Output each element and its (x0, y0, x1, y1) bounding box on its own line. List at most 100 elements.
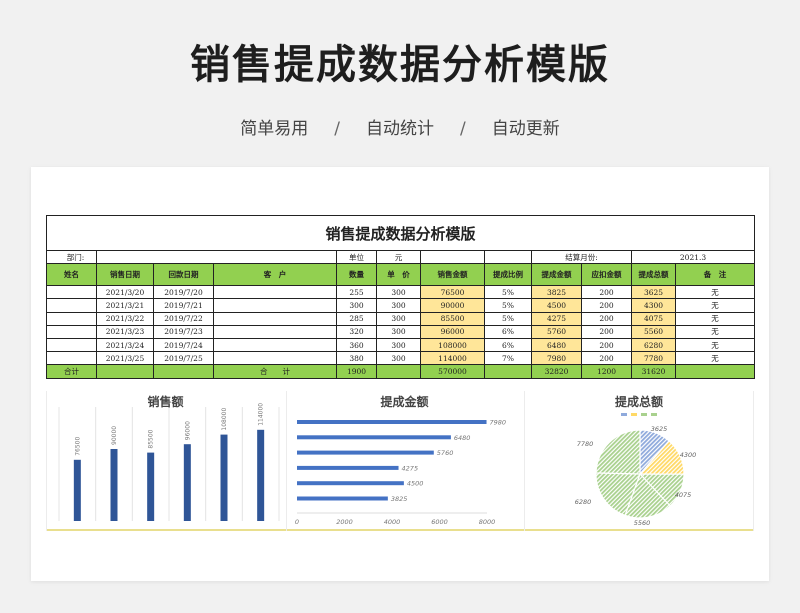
cell-deduct[interactable]: 200 (581, 324, 632, 339)
cell-sale-date[interactable]: 2021/3/20 (96, 285, 154, 300)
total-amount[interactable]: 570000 (420, 364, 485, 379)
cell-rate[interactable]: 5% (484, 285, 532, 300)
cell-note[interactable]: 无 (674, 337, 756, 353)
cell-total[interactable]: 4300 (631, 298, 676, 313)
month-value[interactable]: 2021.3 (630, 249, 756, 265)
cell-deduct[interactable]: 200 (581, 298, 632, 313)
total-cell[interactable] (376, 364, 421, 379)
total-cell[interactable] (484, 364, 532, 379)
cell-amount[interactable]: 90000 (420, 298, 485, 313)
cell-rate[interactable]: 6% (484, 337, 532, 353)
cell-note[interactable]: 无 (674, 324, 756, 339)
cell-customer[interactable] (213, 337, 337, 353)
cell-sale-date[interactable]: 2021/3/25 (96, 351, 154, 366)
cell-rate[interactable]: 5% (484, 298, 532, 313)
cell-total[interactable]: 5560 (631, 324, 676, 339)
cell-rate[interactable]: 7% (484, 351, 532, 366)
cell-rate[interactable]: 6% (484, 324, 532, 339)
cell-customer[interactable] (213, 298, 337, 313)
dept-label: 部门: (46, 249, 97, 265)
cell-pay-date[interactable]: 2019/7/22 (153, 311, 214, 326)
cell-note[interactable]: 无 (674, 311, 756, 326)
column-header: 数量 (336, 263, 377, 287)
cell-price[interactable]: 300 (376, 324, 421, 339)
cell-total[interactable]: 4075 (631, 311, 676, 326)
cell-price[interactable]: 300 (376, 285, 421, 300)
cell-name[interactable] (46, 324, 97, 339)
total-cell[interactable] (96, 364, 154, 379)
total-cell[interactable] (674, 364, 756, 379)
cell-name[interactable] (46, 337, 97, 353)
total-cell[interactable] (153, 364, 214, 379)
dept-value-cell[interactable] (96, 249, 337, 265)
cell-sale-date[interactable]: 2021/3/22 (96, 311, 154, 326)
cell-amount[interactable]: 114000 (420, 351, 485, 366)
cell-commission[interactable]: 5760 (531, 324, 582, 339)
cell-name[interactable] (46, 285, 97, 300)
cell-name[interactable] (46, 351, 97, 366)
cell-rate[interactable]: 5% (484, 311, 532, 326)
empty-cell[interactable] (484, 249, 532, 265)
cell-sale-date[interactable]: 2021/3/24 (96, 337, 154, 353)
cell-note[interactable]: 无 (674, 285, 756, 300)
total-sum[interactable]: 31620 (631, 364, 676, 379)
cell-qty[interactable]: 300 (336, 298, 377, 313)
cell-price[interactable]: 300 (376, 298, 421, 313)
cell-total[interactable]: 3625 (631, 285, 676, 300)
cell-amount[interactable]: 85500 (420, 311, 485, 326)
commission-hbar-chart[interactable]: 提成金额 7980 6480 5760 4275 4500 3825 0 2000 4000 60… (286, 391, 522, 531)
cell-qty[interactable]: 255 (336, 285, 377, 300)
cell-pay-date[interactable]: 2019/7/21 (153, 298, 214, 313)
cell-customer[interactable] (213, 351, 337, 366)
cell-amount[interactable]: 108000 (420, 337, 485, 353)
cell-price[interactable]: 300 (376, 351, 421, 366)
cell-commission[interactable]: 4500 (531, 298, 582, 313)
cell-pay-date[interactable]: 2019/7/24 (153, 337, 214, 353)
legend-swatch (631, 413, 637, 416)
cell-customer[interactable] (213, 311, 337, 326)
cell-name[interactable] (46, 298, 97, 313)
cell-deduct[interactable]: 200 (581, 337, 632, 353)
cell-customer[interactable] (213, 285, 337, 300)
empty-cell[interactable] (420, 249, 485, 265)
cell-commission[interactable]: 4275 (531, 311, 582, 326)
cell-deduct[interactable]: 200 (581, 351, 632, 366)
cell-qty[interactable]: 360 (336, 337, 377, 353)
tick-label: 8000 (479, 518, 496, 526)
cell-commission[interactable]: 3825 (531, 285, 582, 300)
cell-qty[interactable]: 285 (336, 311, 377, 326)
cell-pay-date[interactable]: 2019/7/23 (153, 324, 214, 339)
cell-deduct[interactable]: 200 (581, 285, 632, 300)
cell-qty[interactable]: 320 (336, 324, 377, 339)
cell-note[interactable]: 无 (674, 298, 756, 313)
cell-sale-date[interactable]: 2021/3/23 (96, 324, 154, 339)
cell-qty[interactable]: 380 (336, 351, 377, 366)
table-row: 2021/3/25 2019/7/25 380 300 114000 7% 7980 200 7… (46, 351, 756, 366)
cell-price[interactable]: 300 (376, 311, 421, 326)
total-pie-chart[interactable]: 提成总额 3625 4300 4075 5560 6280 7780 (524, 391, 754, 531)
cell-note[interactable]: 无 (674, 351, 756, 366)
cell-commission[interactable]: 6480 (531, 337, 582, 353)
total-qty[interactable]: 1900 (336, 364, 377, 379)
tag-separator: / (334, 119, 340, 139)
total-commission[interactable]: 32820 (531, 364, 582, 379)
cell-total[interactable]: 6280 (631, 337, 676, 353)
cell-amount[interactable]: 76500 (420, 285, 485, 300)
cell-pay-date[interactable]: 2019/7/20 (153, 285, 214, 300)
cell-name[interactable] (46, 311, 97, 326)
column-header: 姓名 (46, 263, 97, 287)
cell-price[interactable]: 300 (376, 337, 421, 353)
data-label: 7980 (490, 419, 507, 427)
cell-sale-date[interactable]: 2021/3/21 (96, 298, 154, 313)
cell-pay-date[interactable]: 2019/7/25 (153, 351, 214, 366)
unit-value[interactable]: 元 (376, 249, 421, 265)
total-deduct[interactable]: 1200 (581, 364, 632, 379)
cell-commission[interactable]: 7980 (531, 351, 582, 366)
cell-amount[interactable]: 96000 (420, 324, 485, 339)
cell-deduct[interactable]: 200 (581, 311, 632, 326)
unit-label: 单位 (336, 249, 377, 265)
table-row: 2021/3/23 2019/7/23 320 300 96000 6% 5760 200 55… (46, 324, 756, 339)
cell-customer[interactable] (213, 324, 337, 339)
sales-bar-chart[interactable]: 销售额 76500 90000 85500 96000 108000 114000 (46, 391, 284, 531)
cell-total[interactable]: 7780 (631, 351, 676, 366)
